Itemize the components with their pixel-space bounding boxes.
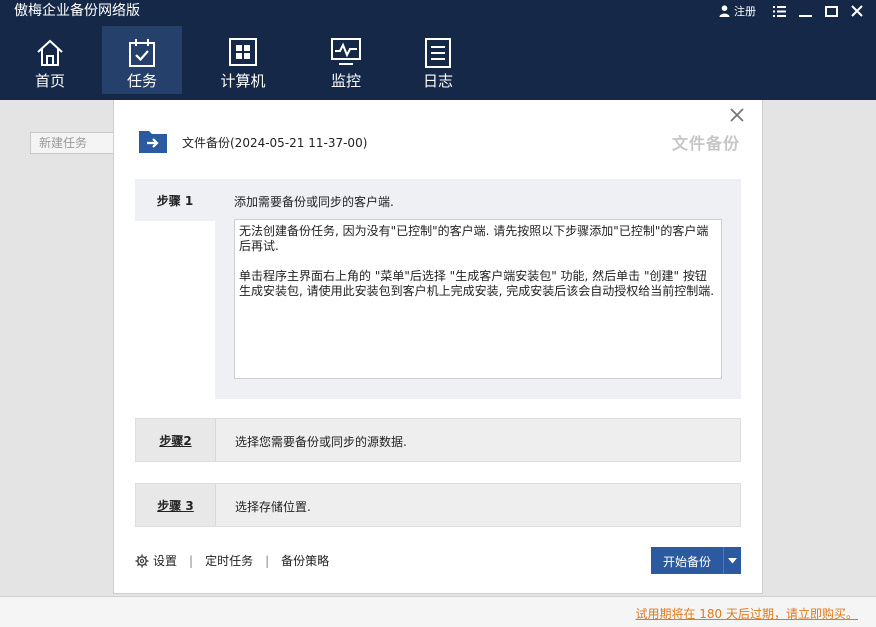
step-1-message-box: 无法创建备份任务, 因为没有"已控制"的客户端. 请先按照以下步骤添加"已控制"…	[234, 219, 722, 379]
step-3-description: 选择存储位置.	[235, 500, 311, 514]
start-backup-button[interactable]: 开始备份	[651, 547, 741, 574]
menu-button[interactable]	[766, 2, 792, 20]
menu-icon	[772, 5, 786, 17]
folder-arrow-icon	[139, 131, 167, 153]
settings-label: 设置	[153, 554, 178, 568]
step-1-panel: 步骤 1 添加需要备份或同步的客户端. 无法创建备份任务, 因为没有"已控制"的…	[135, 179, 741, 399]
tab-task[interactable]: 任务	[102, 26, 182, 94]
tab-monitor-label: 监控	[330, 72, 361, 90]
start-backup-dropdown[interactable]	[723, 547, 741, 574]
maximize-button[interactable]	[818, 2, 844, 20]
message-paragraph-1: 无法创建备份任务, 因为没有"已控制"的客户端. 请先按照以下步骤添加"已控制"…	[239, 224, 709, 253]
register-button[interactable]: 注册	[719, 3, 756, 19]
dialog-close-button[interactable]	[728, 106, 746, 124]
step-3-label[interactable]: 步骤 3	[136, 484, 216, 526]
tab-monitor[interactable]: 监控	[306, 26, 386, 94]
status-bar: 试用期将在 180 天后过期，请立即购买。	[0, 596, 876, 627]
user-icon	[719, 5, 730, 17]
tab-home-label: 首页	[34, 72, 65, 90]
tab-task-label: 任务	[126, 72, 157, 90]
close-icon	[730, 108, 744, 122]
new-task-button[interactable]: 新建任务	[30, 132, 114, 154]
home-icon	[37, 39, 63, 66]
minimize-icon	[798, 14, 812, 17]
dialog-title: 文件备份(2024-05-21 11-37-00)	[182, 136, 368, 150]
window-controls: 注册	[719, 2, 870, 20]
trial-purchase-link[interactable]: 试用期将在 180 天后过期，请立即购买。	[635, 605, 858, 622]
step-3-panel[interactable]: 步骤 3 选择存储位置.	[135, 483, 741, 527]
start-backup-label: 开始备份	[662, 555, 711, 569]
file-backup-dialog: 文件备份(2024-05-21 11-37-00) 文件备份 步骤 1 添加需要…	[113, 100, 763, 594]
dialog-footer-links: 设置 | 定时任务 | 备份策略	[135, 552, 329, 569]
app-title: 傲梅企业备份网络版	[14, 3, 140, 19]
schedule-link[interactable]: 定时任务	[205, 552, 253, 569]
separator: |	[265, 553, 270, 568]
tab-home[interactable]: 首页	[10, 26, 90, 94]
step-1-label: 步骤 1	[135, 179, 215, 221]
step-1-description: 添加需要备份或同步的客户端.	[234, 195, 394, 209]
close-button[interactable]	[844, 2, 870, 20]
settings-link[interactable]: 设置	[135, 552, 177, 569]
tab-computer-label: 计算机	[220, 72, 266, 90]
maximize-icon	[824, 5, 838, 17]
register-label: 注册	[734, 5, 756, 18]
tab-log[interactable]: 日志	[398, 26, 478, 94]
step-2-description: 选择您需要备份或同步的源数据.	[235, 435, 407, 449]
tab-computer[interactable]: 计算机	[203, 26, 283, 94]
log-icon	[425, 38, 451, 68]
close-icon	[851, 5, 863, 17]
gear-icon	[135, 554, 149, 567]
task-icon	[129, 39, 155, 67]
step-2-label[interactable]: 步骤2	[136, 419, 216, 461]
monitor-icon	[331, 38, 361, 65]
dialog-watermark: 文件备份	[671, 134, 740, 153]
message-paragraph-2: 单击程序主界面右上角的 "菜单"后选择 "生成客户端安装包" 功能, 然后单击 …	[239, 269, 715, 298]
step-2-panel[interactable]: 步骤2 选择您需要备份或同步的源数据.	[135, 418, 741, 462]
chevron-down-icon	[728, 557, 737, 563]
minimize-button[interactable]	[792, 2, 818, 20]
computer-icon	[229, 38, 257, 66]
top-navigation-bar: 傲梅企业备份网络版 注册 首页 任务 计算机 监控 日志	[0, 0, 876, 100]
tab-log-label: 日志	[422, 72, 453, 90]
backup-strategy-link[interactable]: 备份策略	[281, 552, 329, 569]
separator: |	[189, 553, 194, 568]
